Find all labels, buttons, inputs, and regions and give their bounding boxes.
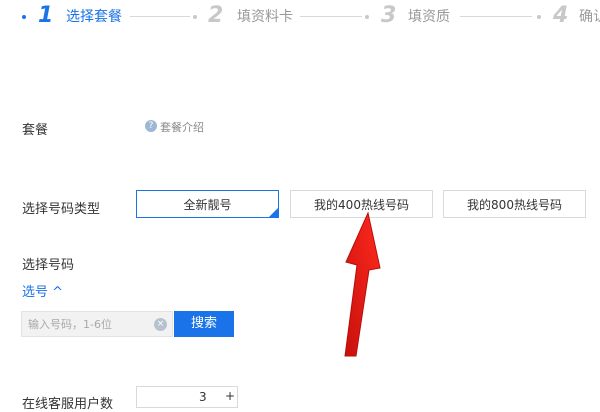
option-label: 我的400热线号码 xyxy=(314,198,409,212)
stepper-plus-button[interactable]: + xyxy=(225,389,235,403)
step-label-2[interactable]: 填资料卡 xyxy=(237,8,293,26)
step-label-3[interactable]: 填资质 xyxy=(408,8,450,26)
select-number-label: 选择号码 xyxy=(22,258,75,273)
step-dot-2 xyxy=(193,15,197,19)
help-icon[interactable]: ? xyxy=(145,120,157,132)
stepper-value: 3 xyxy=(199,390,207,404)
select-number-toggle[interactable]: 选号 ^ xyxy=(22,281,63,300)
online-service-users-label: 在线客服用户数 xyxy=(22,397,114,412)
step-label-4[interactable]: 确认 xyxy=(579,8,600,26)
number-search-input[interactable] xyxy=(22,312,160,336)
step-dot-4 xyxy=(537,15,541,19)
step-number-4: 4 xyxy=(553,3,569,28)
step-number-1: 1 xyxy=(38,3,54,28)
step-connector xyxy=(300,16,362,17)
package-label: 套餐 xyxy=(22,123,49,138)
quantity-stepper[interactable]: 3 + xyxy=(136,386,238,408)
number-type-option-new[interactable]: 全新靓号 xyxy=(136,190,279,218)
search-field: × xyxy=(21,311,173,337)
number-type-option-800[interactable]: 我的800热线号码 xyxy=(443,190,586,218)
step-number-2: 2 xyxy=(208,3,224,28)
option-label: 全新靓号 xyxy=(183,198,232,212)
option-label: 我的800热线号码 xyxy=(467,198,562,212)
step-number-3: 3 xyxy=(381,3,397,28)
search-button[interactable]: 搜索 xyxy=(174,311,234,337)
number-type-option-400[interactable]: 我的400热线号码 xyxy=(290,190,433,218)
step-connector xyxy=(460,16,532,17)
number-type-label: 选择号码类型 xyxy=(22,202,101,217)
step-dot-1 xyxy=(22,15,26,19)
step-connector xyxy=(130,16,190,17)
step-label-1[interactable]: 选择套餐 xyxy=(66,8,122,26)
selected-corner-icon xyxy=(269,208,278,217)
clear-icon[interactable]: × xyxy=(154,318,167,331)
package-intro-link[interactable]: 套餐介绍 xyxy=(160,119,204,135)
step-dot-3 xyxy=(365,15,369,19)
